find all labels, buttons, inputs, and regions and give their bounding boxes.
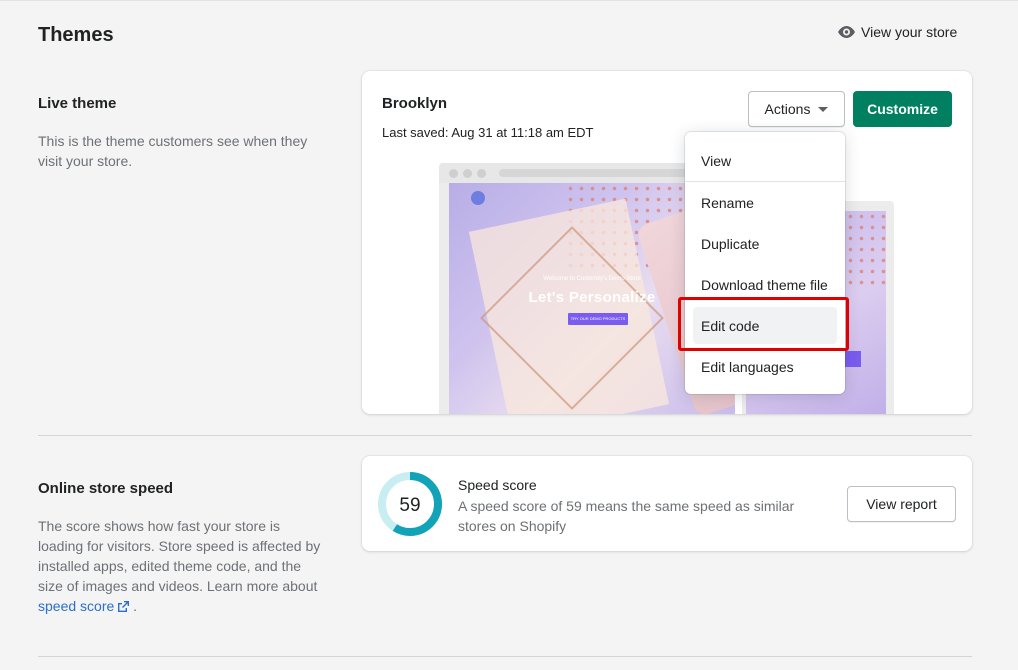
menu-item-edit-languages[interactable]: Edit languages xyxy=(693,348,837,385)
live-theme-heading: Live theme xyxy=(38,95,117,112)
live-theme-description: This is the theme customers see when the… xyxy=(38,133,308,169)
page-title: Themes xyxy=(38,24,114,46)
view-store-link[interactable]: View your store xyxy=(838,24,957,40)
speed-score-card: 59 Speed score A speed score of 59 means… xyxy=(362,456,972,551)
speed-score-link-label: speed score xyxy=(38,598,115,614)
browser-dot xyxy=(463,168,472,178)
menu-separator xyxy=(685,181,845,182)
theme-name: Brooklyn xyxy=(382,95,448,112)
speed-score-value: 59 xyxy=(399,495,420,516)
browser-dot xyxy=(449,168,458,178)
view-store-label: View your store xyxy=(861,24,958,40)
menu-item-download-theme-file[interactable]: Download theme file xyxy=(693,266,837,303)
browser-dot xyxy=(477,168,486,178)
speed-gauge: 59 xyxy=(377,471,443,542)
store-speed-description-line: The score shows how fast your store is xyxy=(38,518,280,534)
menu-item-view[interactable]: View xyxy=(693,142,837,179)
store-speed-description-line: loading for visitors. Store speed is aff… xyxy=(38,538,321,554)
section-divider xyxy=(38,435,972,436)
store-speed-description-line: installed apps, edited theme code, and t… xyxy=(38,558,302,574)
menu-item-duplicate[interactable]: Duplicate xyxy=(693,225,837,262)
caret-down-icon xyxy=(818,106,829,112)
live-theme-card: Brooklyn Last saved: Aug 31 at 11:18 am … xyxy=(362,71,972,414)
customize-button[interactable]: Customize xyxy=(853,91,952,127)
speed-score-link[interactable]: speed score xyxy=(38,598,130,614)
eye-icon xyxy=(838,26,855,38)
view-report-button[interactable]: View report xyxy=(847,486,956,522)
top-border xyxy=(0,0,1018,1)
menu-item-rename[interactable]: Rename xyxy=(693,184,837,221)
speed-score-title: Speed score xyxy=(458,477,537,493)
trailing-period: . xyxy=(133,598,137,614)
external-link-icon xyxy=(118,598,130,614)
store-speed-description: The score shows how fast your store is l… xyxy=(38,516,348,616)
last-saved-text: Last saved: Aug 31 at 11:18 am EDT xyxy=(382,125,594,140)
store-speed-description-line: size of images and videos. Learn more ab… xyxy=(38,578,318,594)
actions-label: Actions xyxy=(764,101,811,117)
store-logo-icon xyxy=(471,191,485,205)
actions-menu: View Rename Duplicate Download theme fil… xyxy=(685,132,845,394)
hero-cta: TRY OUR DEMO PRODUCTS xyxy=(568,313,628,325)
store-speed-heading: Online store speed xyxy=(38,480,174,497)
actions-button[interactable]: Actions xyxy=(748,91,845,127)
menu-item-edit-code[interactable]: Edit code xyxy=(693,307,837,344)
section-divider xyxy=(38,656,972,657)
speed-score-description: A speed score of 59 means the same speed… xyxy=(458,498,795,534)
browser-url-bar xyxy=(499,169,689,177)
